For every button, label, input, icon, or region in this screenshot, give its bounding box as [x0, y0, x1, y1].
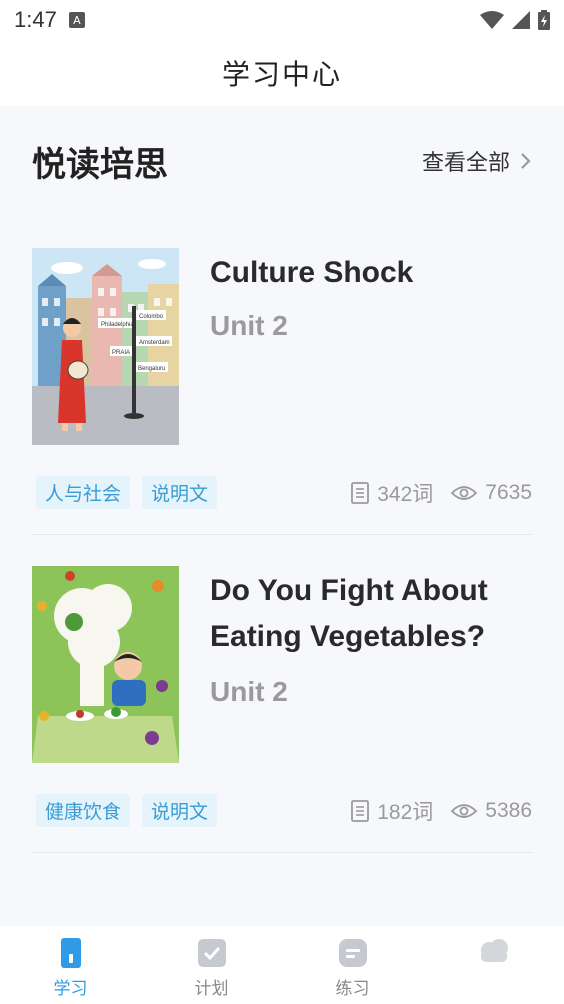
- view-count: 7635: [485, 481, 532, 504]
- tag: 人与社会: [36, 476, 131, 509]
- sign-philadelphia: Philadelphia: [101, 322, 134, 328]
- tag-list: 人与社会 说明文: [36, 476, 218, 509]
- section-title: 悦读培思: [32, 144, 168, 185]
- book-unit: Unit 2: [210, 676, 288, 707]
- book-title[interactable]: Do You Fight About Eating Vegetables?: [210, 568, 532, 660]
- plan-icon: [197, 939, 226, 967]
- tag-list: 健康饮食 说明文: [36, 794, 218, 827]
- notification-icon: A: [68, 12, 85, 28]
- word-count: 182词: [377, 801, 434, 824]
- battery-icon: [538, 10, 550, 30]
- book-stats: 342词 7635: [351, 478, 532, 508]
- book-icon: [351, 800, 370, 822]
- sign-bengaluru: Bengaluru: [138, 366, 165, 372]
- book-card[interactable]: Do You Fight About Eating Vegetables? Un…: [32, 566, 532, 853]
- status-time: 1:47: [14, 7, 57, 32]
- profile-icon: [480, 939, 508, 962]
- tab-practice[interactable]: 练习: [282, 926, 423, 1004]
- chevron-right-icon: [521, 153, 531, 169]
- book-title[interactable]: Culture Shock: [210, 250, 532, 296]
- page-header: 学习中心: [0, 40, 564, 106]
- practice-icon: [338, 939, 367, 967]
- sign-praia: PRAIA: [112, 350, 130, 356]
- book-cover-image[interactable]: Philadelphia Colombo Amsterdam PRAIA Ben…: [32, 248, 179, 445]
- sign-amsterdam: Amsterdam: [139, 340, 170, 346]
- wifi-icon: [480, 11, 504, 29]
- view-all-label: 查看全部: [421, 151, 510, 176]
- book-cover-image[interactable]: [32, 566, 179, 763]
- section-header: 悦读培思 查看全部: [32, 136, 532, 186]
- status-bar: 1:47 A: [0, 0, 564, 40]
- tag: 健康饮食: [36, 794, 131, 827]
- tab-plan[interactable]: 计划: [141, 926, 282, 1004]
- view-all-link[interactable]: 查看全部: [422, 145, 532, 177]
- tab-study[interactable]: 学习: [0, 926, 141, 1004]
- tab-label: 学习: [53, 979, 88, 999]
- tag: 说明文: [142, 476, 218, 509]
- tab-label: 练习: [335, 979, 370, 999]
- bottom-tab-bar: 学习 计划 练习: [0, 926, 564, 1004]
- sign-colombo: Colombo: [139, 314, 164, 320]
- study-icon: [60, 938, 81, 968]
- eye-icon: [451, 804, 478, 818]
- view-count: 5386: [485, 799, 532, 822]
- book-card[interactable]: Philadelphia Colombo Amsterdam PRAIA Ben…: [32, 248, 532, 535]
- eye-icon: [451, 486, 478, 500]
- tag: 说明文: [142, 794, 218, 827]
- tab-profile[interactable]: [423, 926, 564, 1004]
- page-title: 学习中心: [221, 58, 342, 91]
- book-unit: Unit 2: [210, 310, 288, 341]
- tab-label: 计划: [194, 979, 229, 999]
- book-stats: 182词 5386: [351, 796, 532, 826]
- signal-icon: [512, 11, 530, 29]
- word-count: 342词: [377, 483, 434, 506]
- book-icon: [351, 482, 370, 504]
